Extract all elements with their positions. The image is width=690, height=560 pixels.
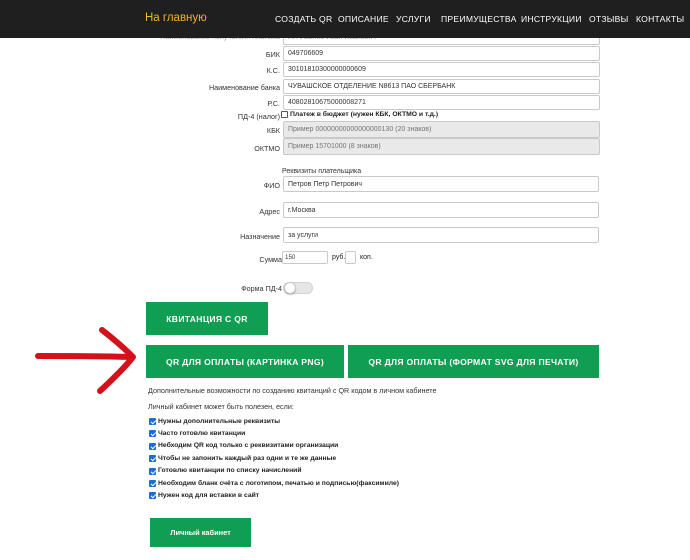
kbk-label: КБК	[266, 126, 280, 135]
feature-label: Часто готовлю квитанции	[158, 429, 246, 437]
feature-label: Необходим бланк счёта с логотипом, печат…	[158, 479, 400, 487]
kbk-input[interactable]	[283, 121, 600, 138]
ks-label: К.С.	[266, 66, 280, 75]
address-label: Адрес	[259, 207, 280, 216]
navbar-overlay: На главную СОЗДАТЬ QR ОПИСАНИЕ УСЛУГИ ПР…	[0, 0, 690, 38]
sum-kop-input[interactable]	[345, 251, 356, 264]
feature-label: Нужен код для вставки в сайт	[158, 491, 260, 499]
pd4-tax-label: ПД-4 (налог)	[237, 112, 280, 121]
payer-section-title: Реквизиты плательщика	[282, 168, 362, 175]
fio-input[interactable]	[283, 176, 599, 192]
feature-checkbox[interactable]	[149, 442, 156, 450]
form-pd4-label: Форма ПД-4	[241, 284, 282, 293]
form-pd4-toggle[interactable]	[283, 282, 313, 294]
nav-link-description-overlay[interactable]: ОПИСАНИЕ	[338, 14, 389, 24]
bank-name-label: Наименование банка	[208, 83, 280, 92]
nav-home-link-overlay[interactable]: На главную	[145, 12, 207, 24]
oktmo-label: ОКТМО	[254, 144, 280, 153]
rub-label: руб.	[332, 254, 346, 261]
rs-input[interactable]	[283, 95, 600, 110]
feature-checkbox[interactable]	[149, 418, 156, 425]
nav-link-contacts-overlay[interactable]: КОНТАКТЫ	[636, 14, 684, 24]
nav-link-advantages-overlay[interactable]: ПРЕИМУЩЕСТВА	[441, 14, 517, 24]
feature-label: Небходим QR код только с реквизитами орг…	[158, 442, 339, 450]
feature-label: Нужны дополнительные реквизиты	[158, 417, 281, 425]
feature-checkbox[interactable]	[149, 455, 156, 463]
nav-link-create-qr-overlay[interactable]: СОЗДАТЬ QR	[275, 14, 332, 24]
qr-svg-button[interactable]: QR ДЛЯ ОПЛАТЫ (ФОРМАТ SVG ДЛЯ ПЕЧАТИ)	[348, 345, 599, 378]
rs-label: Р.С.	[267, 99, 280, 108]
purpose-label: Назначение	[240, 232, 280, 241]
sum-label: Сумма	[259, 255, 282, 264]
budget-checkbox[interactable]	[281, 111, 288, 118]
feature-checkbox[interactable]	[149, 467, 156, 475]
feature-checkbox[interactable]	[149, 430, 156, 438]
budget-checkbox-label: Платеж в бюджет (нужен КБК, ОКТМО и т.д.…	[290, 111, 439, 118]
kop-label: коп.	[360, 254, 373, 261]
bik-label: БИК	[265, 50, 280, 59]
feature-checkbox[interactable]	[149, 492, 156, 500]
form-pd4-toggle-knob	[284, 282, 296, 294]
nav-link-instructions-overlay[interactable]: ИНСТРУКЦИИ	[521, 14, 582, 24]
nav-link-services-overlay[interactable]: УСЛУГИ	[396, 14, 431, 24]
cabinet-info-line2: Личный кабинет может быть полезен, если:	[148, 402, 294, 411]
qr-png-button[interactable]: QR ДЛЯ ОПЛАТЫ (КАРТИНКА PNG)	[146, 345, 344, 378]
receipt-with-qr-button[interactable]: КВИТАНЦИЯ С QR	[146, 302, 268, 335]
feature-label: Готовлю квитанции по списку начислений	[158, 467, 302, 475]
sum-rub-input[interactable]	[282, 251, 328, 264]
ks-input[interactable]	[283, 62, 600, 77]
oktmo-input[interactable]	[283, 138, 600, 155]
cabinet-info-line1: Дополнительные возможности по созданию к…	[148, 386, 437, 395]
feature-label: Чтобы не запонить каждый раз одни и те ж…	[158, 454, 337, 462]
nav-link-reviews-overlay[interactable]: ОТЗЫВЫ	[589, 14, 628, 24]
arrow-right-icon	[35, 327, 136, 394]
feature-checkbox[interactable]	[149, 480, 156, 487]
bik-input[interactable]	[283, 46, 600, 61]
address-input[interactable]	[283, 202, 599, 218]
fio-label: ФИО	[263, 181, 280, 190]
personal-cabinet-button[interactable]: Личный кабинет	[150, 518, 251, 547]
bank-name-input[interactable]	[283, 79, 600, 94]
purpose-input[interactable]	[283, 227, 599, 243]
